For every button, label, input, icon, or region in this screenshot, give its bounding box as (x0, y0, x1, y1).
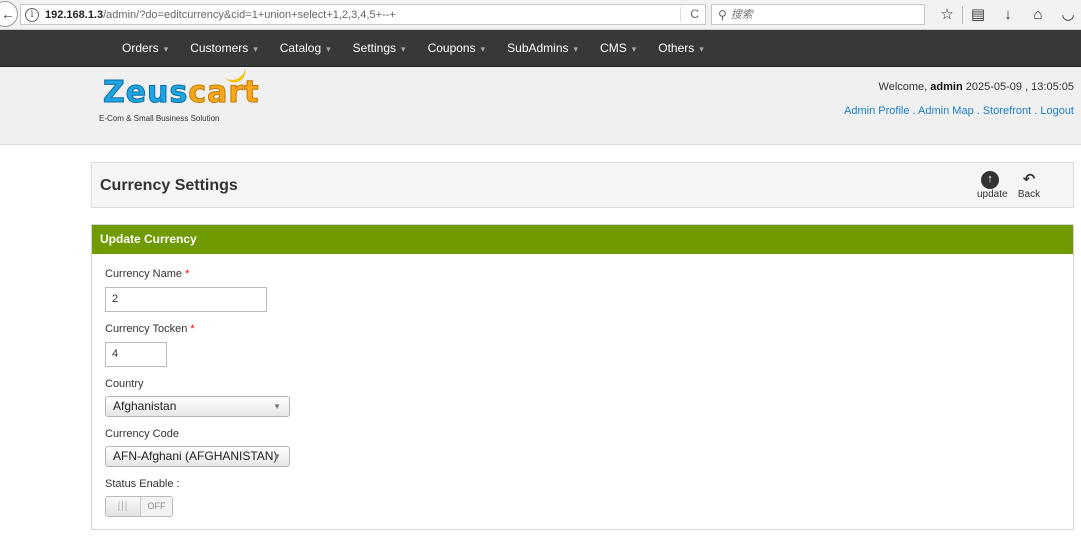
nav-item-others[interactable]: Others ▾ (647, 30, 715, 67)
toggle-state-label: OFF (147, 501, 166, 511)
upload-icon: ↑ (981, 171, 999, 189)
update-currency-form: Update Currency Currency Name * 2 Curren… (91, 224, 1074, 530)
chevron-down-icon: ▾ (326, 44, 331, 54)
nav-item-coupons[interactable]: Coupons ▾ (417, 30, 497, 67)
nav-item-cms[interactable]: CMS ▾ (589, 30, 647, 67)
browser-search-box[interactable]: ⚲ (711, 4, 925, 25)
country-label: Country (105, 378, 144, 390)
currency-name-label: Currency Name * (105, 268, 189, 280)
info-icon[interactable]: i (25, 7, 39, 22)
browser-toolbar: ← i 192.168.1.3/admin/?do=editcurrency&c… (0, 0, 1081, 30)
required-mark: * (190, 323, 195, 335)
nav-item-label: Others (658, 41, 695, 55)
nav-item-label: Catalog (279, 41, 322, 55)
currency-token-label: Currency Tocken * (105, 323, 195, 335)
download-icon[interactable]: ↓ (993, 5, 1023, 25)
dropdown-arrow-icon: ▼ (273, 452, 281, 461)
toggle-handle-icon: ||| (106, 497, 141, 516)
back-button[interactable]: ↶ Back (1016, 171, 1042, 200)
dropdown-arrow-icon: ▼ (273, 402, 281, 411)
reload-icon[interactable]: C (690, 7, 699, 21)
nav-item-customers[interactable]: Customers ▾ (179, 30, 269, 67)
chevron-down-icon: ▾ (699, 44, 704, 54)
nav-item-subadmins[interactable]: SubAdmins ▾ (496, 30, 589, 67)
currency-token-input[interactable]: 4 (105, 342, 167, 367)
url-path: /admin/?do=editcurrency&cid=1+union+sele… (103, 8, 396, 21)
back-label: Back (1017, 189, 1041, 200)
page-title: Currency Settings (100, 177, 238, 194)
reading-list-icon[interactable]: ▤ (963, 5, 993, 25)
nav-item-label: Customers (190, 41, 249, 55)
url-divider (680, 7, 681, 22)
browser-toolbar-icons: ☆ ▤ ↓ ⌂ ◡ (932, 5, 1081, 25)
nav-item-label: CMS (600, 41, 627, 55)
nav-item-label: SubAdmins (507, 41, 569, 55)
form-header: Update Currency (92, 225, 1073, 254)
logo-text-cart: cart (188, 75, 260, 111)
currency-name-label-text: Currency Name (105, 268, 183, 280)
star-icon[interactable]: ☆ (932, 5, 962, 25)
nav-item-orders[interactable]: Orders ▾ (111, 30, 179, 67)
chevron-down-icon: ▾ (253, 44, 258, 54)
admin-profile-link[interactable]: Admin Profile (844, 105, 909, 117)
browser-search-input[interactable] (730, 8, 911, 21)
admin-map-link[interactable]: Admin Map (918, 105, 974, 117)
update-label: update (977, 189, 1008, 200)
undo-arrow-icon: ↶ (1022, 171, 1036, 188)
address-bar[interactable]: i 192.168.1.3/admin/?do=editcurrency&cid… (20, 4, 706, 25)
chevron-down-icon: ▾ (401, 44, 406, 54)
chevron-down-icon: ▾ (163, 44, 169, 54)
logo-tagline: E-Com & Small Business Solution (99, 114, 220, 123)
admin-nav-menu: Orders ▾ Customers ▾ Catalog ▾ Settings ▾ Co… (111, 30, 715, 67)
url-host: 192.168.1.3 (45, 8, 104, 21)
logout-link[interactable]: Logout (1040, 105, 1074, 117)
currency-code-selected-value: AFN-Afghani (AFGHANISTAN) (113, 449, 278, 463)
nav-item-label: Settings (352, 41, 397, 55)
status-enable-label: Status Enable : (105, 478, 180, 490)
back-arrow-icon: ← (1, 6, 15, 22)
zeuscart-logo[interactable]: Zeuscart E-Com & Small Business Solution (99, 64, 260, 123)
update-button[interactable]: ↑ update (977, 171, 1008, 200)
nav-item-label: Orders (122, 41, 159, 55)
link-separator: . (909, 105, 919, 117)
status-toggle[interactable]: ||| OFF (105, 496, 173, 517)
browser-back-button[interactable]: ← (0, 1, 18, 27)
currency-code-label: Currency Code (105, 428, 179, 440)
url-text[interactable]: 192.168.1.3/admin/?do=editcurrency&cid=1… (45, 9, 396, 21)
chevron-down-icon: ▾ (631, 44, 637, 54)
logo-text-zeus: Zeus (102, 75, 189, 111)
country-select[interactable]: Afghanistan ▼ (105, 396, 290, 417)
admin-nav-bar: Orders ▾ Customers ▾ Catalog ▾ Settings ▾ Co… (0, 30, 1081, 67)
admin-links: Admin Profile . Admin Map . Storefront .… (844, 105, 1074, 117)
search-icon: ⚲ (718, 7, 727, 22)
required-mark: * (185, 268, 190, 280)
storefront-link[interactable]: Storefront (983, 105, 1031, 117)
page-heading-panel: Currency Settings ↑ update ↶ Back (91, 162, 1074, 208)
admin-header: Zeuscart E-Com & Small Business Solution… (0, 64, 1081, 145)
country-selected-value: Afghanistan (113, 399, 177, 413)
admin-username: admin (930, 81, 963, 93)
currency-code-select[interactable]: AFN-Afghani (AFGHANISTAN) ▼ (105, 446, 290, 467)
chevron-down-icon: ▾ (480, 44, 486, 54)
header-datetime: 2025-05-09 , 13:05:05 (962, 81, 1074, 93)
link-separator: . (1031, 105, 1041, 117)
nav-item-catalog[interactable]: Catalog ▾ (269, 30, 342, 67)
link-separator: . (973, 105, 983, 117)
currency-token-label-text: Currency Tocken (105, 323, 188, 335)
nav-item-label: Coupons (427, 41, 476, 55)
nav-item-settings[interactable]: Settings ▾ (342, 30, 417, 67)
welcome-prefix: Welcome, (878, 81, 931, 93)
home-icon[interactable]: ⌂ (1023, 5, 1053, 25)
pocket-icon[interactable]: ◡ (1053, 5, 1081, 25)
chevron-down-icon: ▾ (573, 44, 579, 54)
welcome-message: Welcome, admin 2025-05-09 , 13:05:05 (879, 81, 1074, 93)
currency-name-input[interactable]: 2 (105, 287, 267, 312)
